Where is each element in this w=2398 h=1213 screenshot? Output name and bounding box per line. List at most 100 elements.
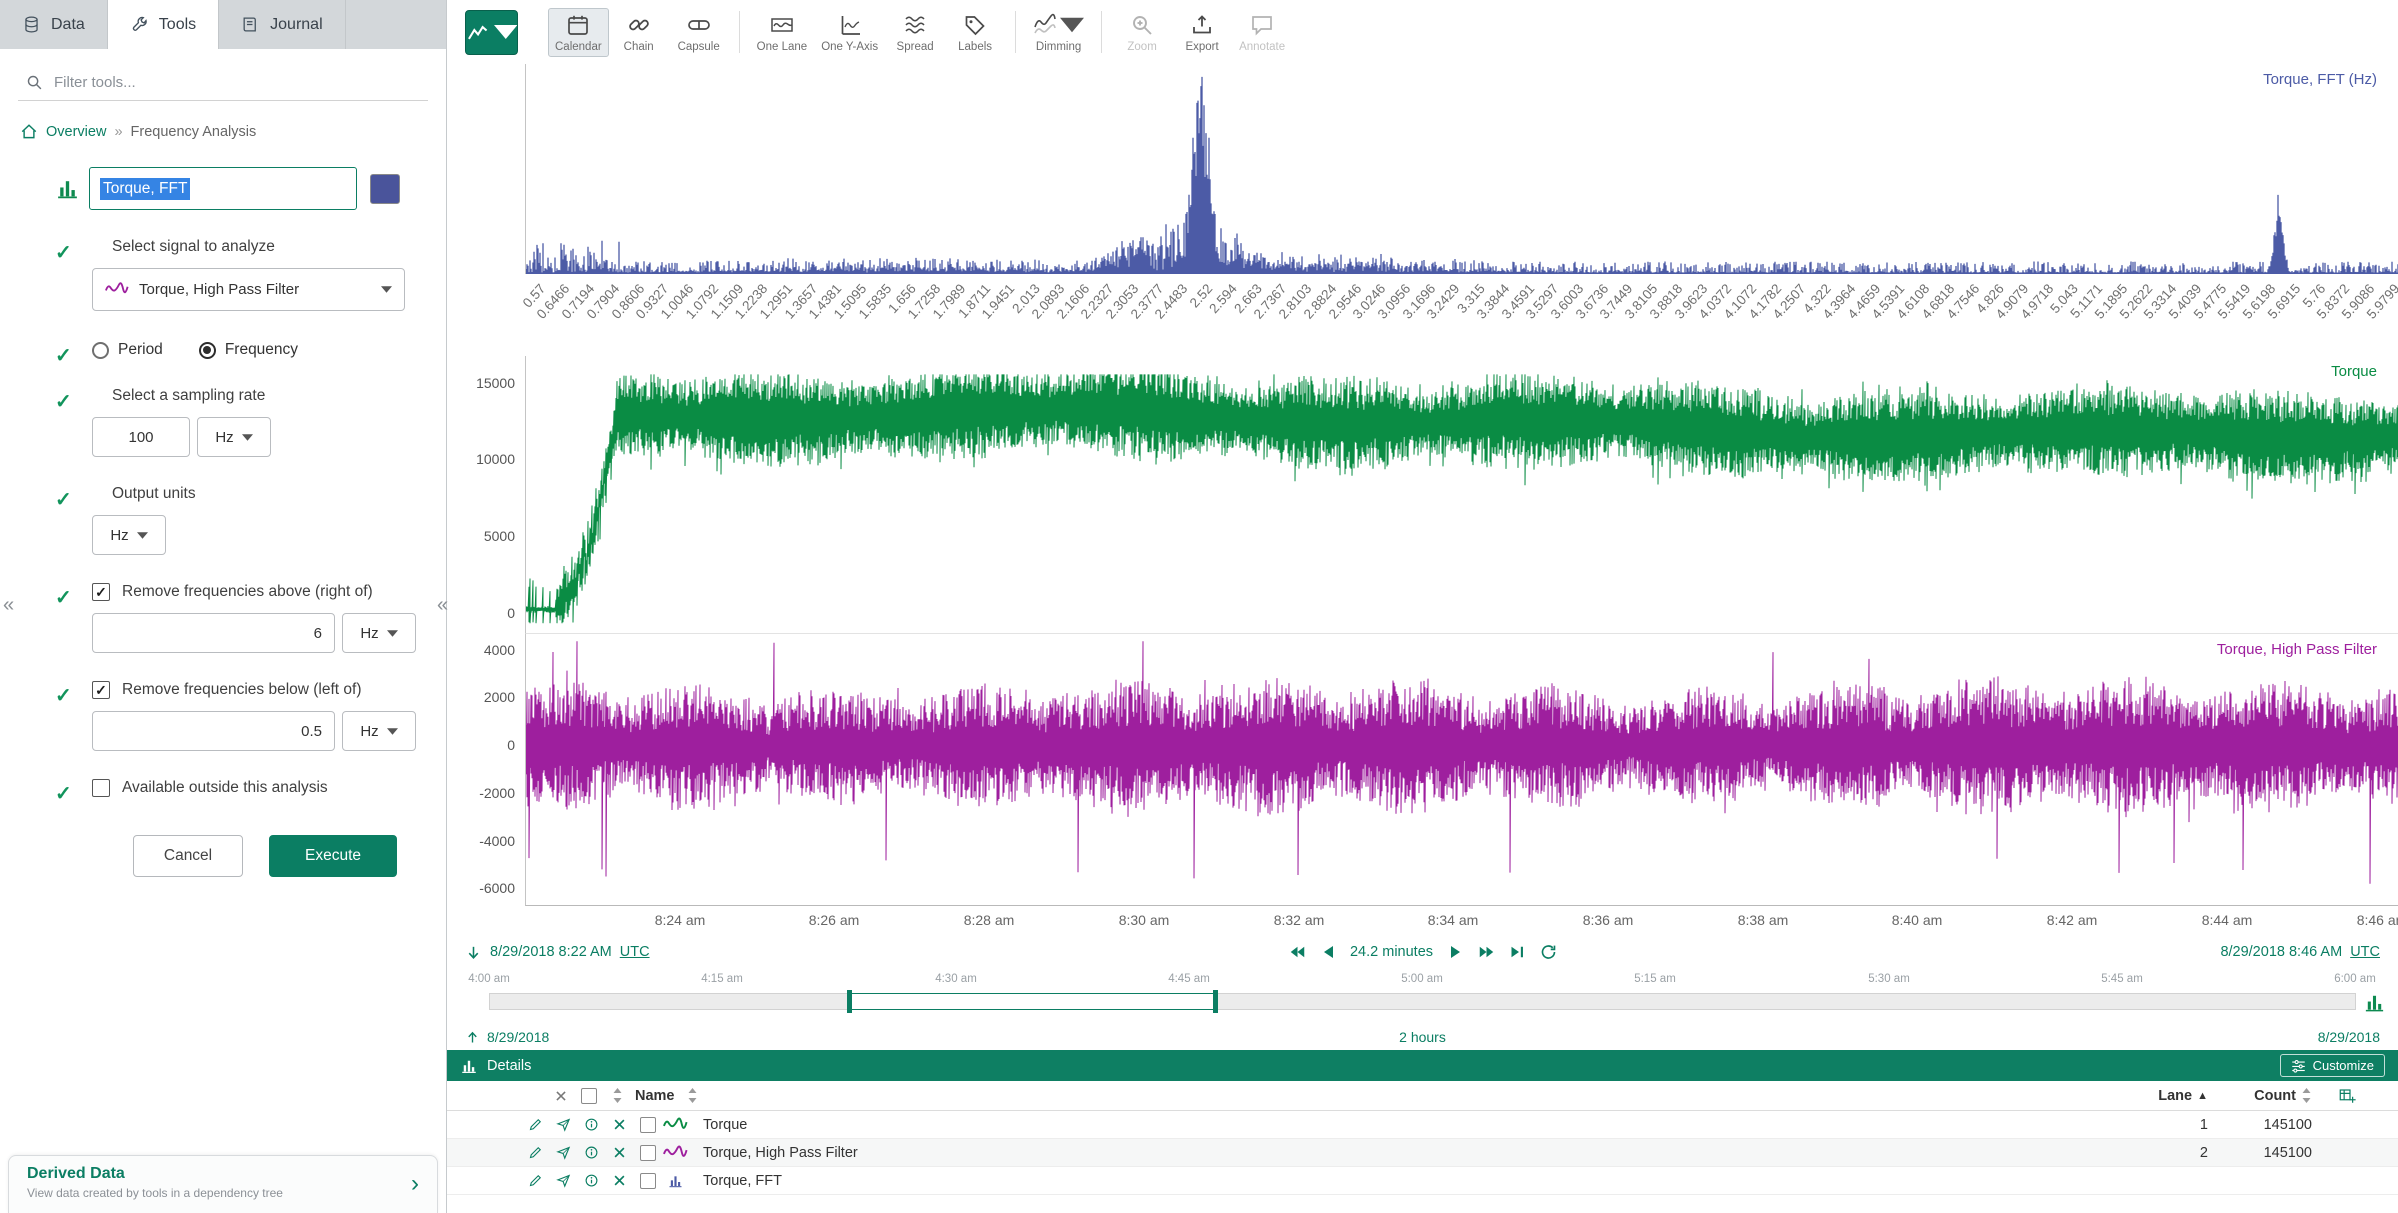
output-unit-dropdown[interactable]: Hz	[92, 515, 166, 555]
toolbar-labels-button[interactable]: Labels	[945, 8, 1005, 57]
edit-pencil-icon[interactable]	[521, 1173, 549, 1188]
result-name-input[interactable]: Torque, FFT	[89, 167, 357, 210]
chevron-right-icon: ›	[411, 1170, 419, 1198]
toolbar-one-y-axis-button[interactable]: One Y-Axis	[814, 8, 885, 57]
color-swatch-button[interactable]	[370, 174, 400, 204]
collapse-sidebar-button[interactable]: «	[437, 595, 448, 615]
tab-tools[interactable]: Tools	[108, 0, 219, 49]
info-icon[interactable]	[577, 1145, 605, 1160]
fast-backward-icon[interactable]	[1288, 943, 1306, 961]
details-row[interactable]: Torque1145100	[447, 1111, 2398, 1139]
caret-down-icon	[387, 728, 398, 735]
sort-icon[interactable]	[679, 1088, 707, 1103]
selection-left-handle[interactable]	[847, 990, 852, 1013]
tab-data[interactable]: Data	[0, 0, 108, 49]
collapse-left-edge-button[interactable]: «	[3, 595, 14, 615]
remove-below-checkbox[interactable]: ✓	[92, 681, 110, 699]
section-check-icon: ✓	[55, 487, 72, 512]
step-backward-icon[interactable]	[1319, 943, 1337, 961]
info-icon[interactable]	[577, 1173, 605, 1188]
fast-forward-icon[interactable]	[1477, 943, 1495, 961]
high-pass-filter-chart[interactable]	[525, 634, 2398, 906]
select-all-checkbox[interactable]	[575, 1088, 603, 1104]
add-column-icon[interactable]	[2338, 1087, 2356, 1105]
period-radio[interactable]: Period	[92, 341, 163, 359]
torque-chart[interactable]	[525, 356, 2398, 634]
remove-above-unit-dropdown[interactable]: Hz	[342, 613, 416, 653]
details-row[interactable]: Torque, High Pass Filter2145100	[447, 1139, 2398, 1167]
timeline-chart-button[interactable]	[2363, 991, 2386, 1014]
remove-above-section: ✓ ✓ Remove frequencies above (right of) …	[92, 583, 422, 653]
available-outside-checkbox[interactable]	[92, 779, 110, 797]
remove-below-unit-dropdown[interactable]: Hz	[342, 711, 416, 751]
close-icon[interactable]	[605, 1145, 633, 1160]
tab-journal[interactable]: Journal	[219, 0, 345, 49]
frequency-radio[interactable]: Frequency	[199, 341, 298, 359]
section-check-icon: ✓	[55, 240, 72, 265]
remove-above-checkbox[interactable]: ✓	[92, 583, 110, 601]
name-column-header[interactable]: Name	[635, 1088, 675, 1104]
count-column-header[interactable]: Count	[2208, 1088, 2312, 1104]
breadcrumb-overview-link[interactable]: Overview	[46, 124, 106, 140]
edit-pencil-icon[interactable]	[521, 1145, 549, 1160]
start-timezone-link[interactable]: UTC	[620, 944, 650, 960]
toolbar-calendar-button[interactable]: Calendar	[548, 8, 609, 57]
frequency-analysis-form: Torque, FFT ✓ Select signal to analyze T…	[0, 167, 446, 877]
toolbar-separator	[739, 11, 740, 53]
details-row[interactable]: Torque, FFT	[447, 1167, 2398, 1195]
end-timezone-link[interactable]: UTC	[2350, 944, 2380, 960]
remove-all-icon[interactable]	[547, 1089, 575, 1103]
row-checkbox[interactable]	[633, 1145, 663, 1161]
derived-data-panel[interactable]: Derived Data View data created by tools …	[8, 1155, 438, 1213]
send-icon[interactable]	[549, 1173, 577, 1188]
toolbar-item-label: Labels	[958, 41, 992, 53]
filter-tools-input[interactable]	[18, 65, 428, 101]
edit-pencil-icon[interactable]	[521, 1117, 549, 1132]
home-icon[interactable]	[20, 123, 38, 141]
send-icon[interactable]	[549, 1145, 577, 1160]
remove-above-input[interactable]: 6	[92, 613, 335, 653]
view-selector-button[interactable]	[465, 10, 518, 55]
time-axis-label: 8:36 am	[1583, 912, 1634, 928]
lane-column-header[interactable]: Lane ▲	[2130, 1088, 2208, 1104]
toolbar-capsule-button[interactable]: Capsule	[669, 8, 729, 57]
execute-button[interactable]: Execute	[269, 835, 397, 877]
sampling-unit-dropdown[interactable]: Hz	[197, 417, 271, 457]
row-count: 145100	[2208, 1145, 2312, 1161]
toolbar-one-lane-button[interactable]: One Lane	[750, 8, 815, 57]
row-checkbox[interactable]	[633, 1173, 663, 1189]
toolbar-separator	[1015, 11, 1016, 53]
arrow-up-icon[interactable]	[465, 1030, 480, 1045]
edit-pencil-icon	[528, 1145, 543, 1160]
info-icon[interactable]	[577, 1117, 605, 1132]
signal-select[interactable]: Torque, High Pass Filter	[92, 268, 405, 311]
remove-below-checkbox-row[interactable]: ✓ Remove frequencies below (left of)	[92, 681, 422, 699]
remove-below-input[interactable]: 0.5	[92, 711, 335, 751]
toolbar-spread-button[interactable]: Spread	[885, 8, 945, 57]
close-icon	[612, 1145, 627, 1160]
step-forward-icon[interactable]	[1446, 943, 1464, 961]
row-checkbox[interactable]	[633, 1117, 663, 1133]
toolbar-chain-button[interactable]: Chain	[609, 8, 669, 57]
selection-right-handle[interactable]	[1213, 990, 1218, 1013]
timeline-selection[interactable]	[850, 993, 1216, 1010]
refresh-icon[interactable]	[1539, 943, 1557, 961]
cancel-button[interactable]: Cancel	[133, 835, 243, 877]
send-icon[interactable]	[549, 1117, 577, 1132]
time-axis-label: 8:44 am	[2202, 912, 2253, 928]
fft-chart[interactable]	[525, 64, 2398, 274]
close-icon[interactable]	[605, 1117, 633, 1132]
customize-button[interactable]: Customize	[2280, 1054, 2385, 1077]
timeline-track[interactable]	[489, 993, 2356, 1010]
time-axis-label: 8:24 am	[655, 912, 706, 928]
remove-above-checkbox-row[interactable]: ✓ Remove frequencies above (right of)	[92, 583, 422, 601]
sort-icon[interactable]	[603, 1088, 631, 1103]
sampling-rate-input[interactable]: 100	[92, 417, 190, 457]
arrow-down-icon[interactable]	[465, 944, 482, 961]
available-outside-row[interactable]: Available outside this analysis	[92, 779, 422, 797]
toolbar-export-button[interactable]: Export	[1172, 8, 1232, 57]
toolbar-dimming-button[interactable]: Dimming	[1026, 8, 1091, 57]
one-lane-icon	[770, 13, 794, 37]
skip-end-icon[interactable]	[1508, 943, 1526, 961]
close-icon[interactable]	[605, 1173, 633, 1188]
